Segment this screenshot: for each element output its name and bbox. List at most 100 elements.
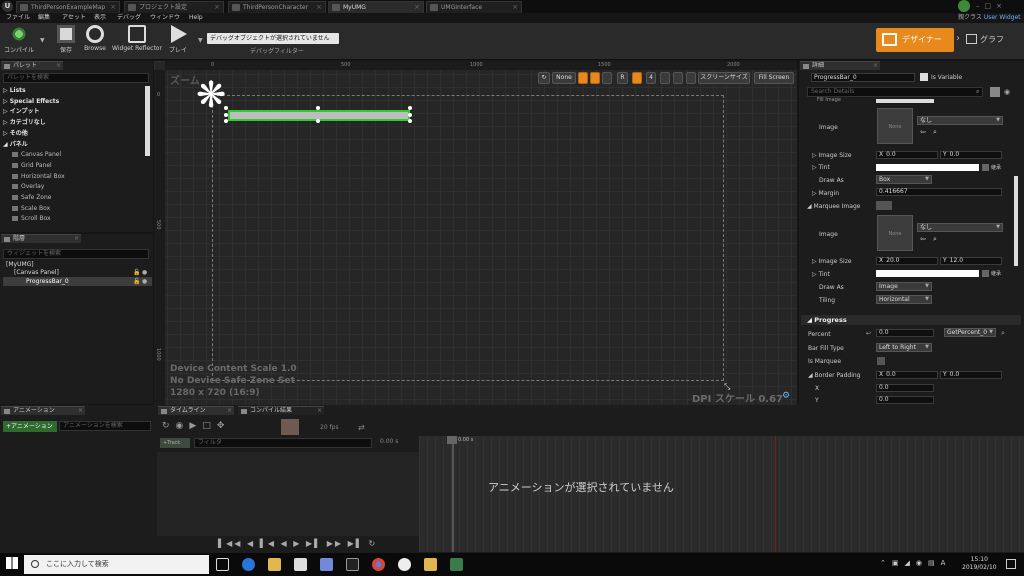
windows-start-icon[interactable] — [6, 557, 18, 569]
image-icon[interactable] — [673, 72, 683, 84]
palette-widget-item[interactable]: Overlay — [12, 182, 44, 192]
tab-thirdpersonexamplemap[interactable]: ThirdPersonExampleMap × — [16, 1, 120, 13]
expand-arrow-icon[interactable]: ▷ — [3, 87, 10, 94]
close-icon[interactable]: × — [316, 2, 322, 13]
unreal-logo-icon[interactable]: U — [2, 1, 13, 12]
close-icon[interactable]: × — [56, 62, 61, 70]
designer-mode-button[interactable]: デザイナー — [876, 28, 954, 52]
tab-hierarchy[interactable]: 階層 × — [1, 234, 81, 243]
debug-object-select[interactable]: デバッグオブジェクトが選択されていません — [207, 33, 339, 44]
reset-arrow-icon[interactable]: ↩ — [866, 330, 871, 337]
eye-icon[interactable]: ● — [142, 278, 147, 285]
marquee-image-asset-select[interactable]: なし — [917, 223, 1003, 232]
close-icon[interactable]: × — [227, 407, 232, 415]
tab-timeline[interactable]: タイムライン × — [158, 406, 234, 415]
r-button[interactable]: R — [617, 72, 628, 84]
marquee-size-x-input[interactable]: X 20.0 — [876, 257, 938, 265]
track-filter-input[interactable]: フィルタ — [194, 438, 372, 448]
close-icon[interactable]: × — [110, 2, 116, 13]
palette-widget-item[interactable]: Scroll Box — [12, 214, 51, 224]
marquee-image-thumbnail[interactable]: None — [877, 215, 913, 251]
details-search-input[interactable]: Search Details — [807, 87, 983, 97]
resize-handle[interactable] — [224, 119, 228, 123]
chrome-icon[interactable] — [372, 558, 385, 571]
layout-icon[interactable] — [602, 72, 612, 84]
app-icon[interactable] — [450, 558, 463, 571]
compile-options-chevron-icon[interactable]: ▼ — [40, 37, 45, 44]
tab-myumg[interactable]: MyUMG × — [328, 1, 424, 13]
eye-icon[interactable]: ● — [142, 269, 147, 276]
add-animation-button[interactable]: +アニメーション — [3, 421, 57, 432]
marquee-tint-swatch[interactable] — [876, 270, 979, 277]
resize-handle[interactable] — [316, 119, 320, 123]
preview-icon[interactable] — [660, 72, 670, 84]
graph-mode-button[interactable]: グラフ — [966, 28, 1004, 52]
grid-icon[interactable] — [632, 72, 642, 84]
window-controls-icon[interactable]: –□× — [976, 2, 1007, 10]
expand-arrow-icon[interactable]: ▷ — [3, 98, 10, 105]
none-button[interactable]: None — [552, 72, 576, 84]
fill-tint-inherit-checkbox[interactable] — [982, 164, 989, 171]
edge-browser-icon[interactable] — [242, 558, 255, 571]
anchor-icon[interactable]: ❋ — [196, 78, 226, 114]
timeline-tools-icon[interactable]: ↻◉▶□✥ — [162, 421, 230, 431]
close-icon[interactable]: × — [214, 2, 220, 13]
palette-widget-item[interactable]: Canvas Panel — [12, 150, 61, 160]
expand-arrow-icon[interactable]: ▷ — [3, 108, 10, 115]
marquee-size-y-input[interactable]: Y 12.0 — [940, 257, 1002, 265]
screen-size-dropdown[interactable]: スクリーンサイズ — [698, 72, 750, 84]
percent-binding-select[interactable]: GetPercent_0 — [944, 328, 996, 337]
compile-button[interactable]: コンパイル — [2, 25, 36, 59]
view-options-icon[interactable] — [990, 87, 1000, 97]
menu-view[interactable]: 表示 — [94, 13, 106, 23]
resize-handle[interactable] — [408, 119, 412, 123]
menu-help[interactable]: Help — [189, 13, 203, 23]
y-input[interactable]: 0.0 — [876, 396, 934, 404]
notifications-icon[interactable] — [1006, 559, 1016, 569]
palette-widget-item[interactable]: Scale Box — [12, 204, 50, 214]
bar-fill-type-select[interactable]: Left to Right — [876, 343, 932, 352]
browse-icon[interactable]: ⌕ — [933, 128, 937, 137]
playhead[interactable] — [452, 436, 454, 552]
browse-button[interactable]: Browse — [82, 25, 108, 59]
close-icon[interactable]: × — [78, 407, 83, 415]
details-scrollbar[interactable] — [1014, 176, 1018, 266]
save-button[interactable]: 保存 — [56, 25, 76, 59]
fill-size-x-input[interactable]: X 0.0 — [876, 151, 938, 159]
epic-games-icon[interactable] — [346, 558, 359, 571]
refresh-icon[interactable]: ↻ — [538, 72, 550, 84]
menu-file[interactable]: ファイル — [6, 13, 30, 23]
parent-class-link[interactable]: User Widget — [984, 14, 1021, 21]
menu-edit[interactable]: 編集 — [38, 13, 50, 23]
animation-search-input[interactable]: アニメーションを検索 — [59, 421, 151, 431]
fill-image-asset-select[interactable]: なし — [917, 116, 1003, 125]
resize-handle[interactable] — [316, 106, 320, 110]
fps-select[interactable]: 20 fps — [320, 424, 339, 431]
tab-project-settings[interactable]: プロジェクト設定 × — [124, 1, 224, 13]
user-avatar-icon[interactable] — [958, 0, 970, 12]
palette-category[interactable]: ◢ パネル — [3, 140, 28, 150]
close-icon[interactable]: × — [74, 235, 79, 243]
snap-icon[interactable]: ⇄ — [358, 423, 365, 432]
close-icon[interactable]: × — [873, 62, 878, 70]
folder-icon[interactable] — [424, 558, 437, 571]
fill-draw-as-select[interactable]: Box — [876, 175, 932, 184]
menu-window[interactable]: ウィンドウ — [150, 13, 180, 23]
tab-animation[interactable]: アニメーション × — [1, 406, 85, 415]
tab-umginterface[interactable]: UMGInterface × — [426, 1, 522, 13]
palette-widget-item[interactable]: Grid Panel — [12, 161, 52, 171]
border-padding-x-input[interactable]: X 0.0 — [876, 371, 938, 379]
lock-icon[interactable]: 🔓 — [133, 278, 140, 285]
hierarchy-search-input[interactable]: ウィジェットを検索 — [3, 249, 149, 259]
menu-debug[interactable]: デバッグ — [117, 13, 141, 23]
add-track-button[interactable]: +Track — [160, 438, 190, 448]
expand-arrow-icon[interactable]: ▷ — [3, 119, 10, 126]
tab-thirdpersoncharacter[interactable]: ThirdPersonCharacter × — [228, 1, 326, 13]
image-icon[interactable] — [686, 72, 696, 84]
expand-arrow-icon[interactable]: ▷ — [3, 130, 10, 137]
palette-category[interactable]: ▷ Lists — [3, 86, 26, 96]
palette-category[interactable]: ▷ インプット — [3, 107, 40, 117]
tab-compile-results[interactable]: コンパイル結果 × — [238, 406, 324, 415]
border-padding-y-input[interactable]: Y 0.0 — [940, 371, 1002, 379]
palette-widget-item[interactable]: Horizontal Box — [12, 172, 65, 182]
